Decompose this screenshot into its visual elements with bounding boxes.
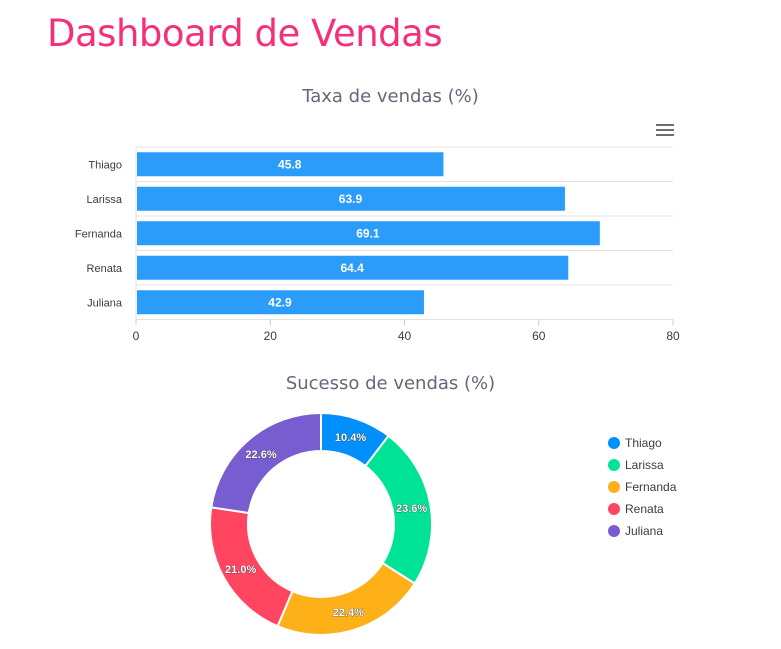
legend-item[interactable]: Renata <box>608 498 676 520</box>
legend-item[interactable]: Larissa <box>608 454 676 476</box>
donut-chart: 10.4% 23.6% 22.4% 21.0% 22.6% <box>209 411 433 636</box>
slice-label: 22.6% <box>245 449 276 461</box>
slice-label: 23.6% <box>396 503 427 515</box>
legend-item[interactable]: Fernanda <box>608 476 676 498</box>
legend-item[interactable]: Juliana <box>608 520 676 542</box>
legend-marker <box>608 459 620 471</box>
donut-legend: Thiago Larissa Fernanda Renata Juliana <box>608 432 676 542</box>
legend-marker <box>608 437 620 449</box>
legend-marker <box>608 525 620 537</box>
slice-label: 10.4% <box>335 432 366 444</box>
legend-label: Renata <box>625 502 664 516</box>
legend-item[interactable]: Thiago <box>608 432 676 454</box>
legend-label: Juliana <box>625 524 664 538</box>
legend-label: Thiago <box>625 436 662 450</box>
donut-slice[interactable] <box>210 411 322 515</box>
legend-marker <box>608 481 620 493</box>
legend-label: Larissa <box>625 458 664 472</box>
slice-label: 21.0% <box>225 564 256 576</box>
legend-marker <box>608 503 620 515</box>
legend-label: Fernanda <box>625 480 677 494</box>
slice-label: 22.4% <box>333 607 364 619</box>
donut-slice[interactable] <box>276 561 417 636</box>
